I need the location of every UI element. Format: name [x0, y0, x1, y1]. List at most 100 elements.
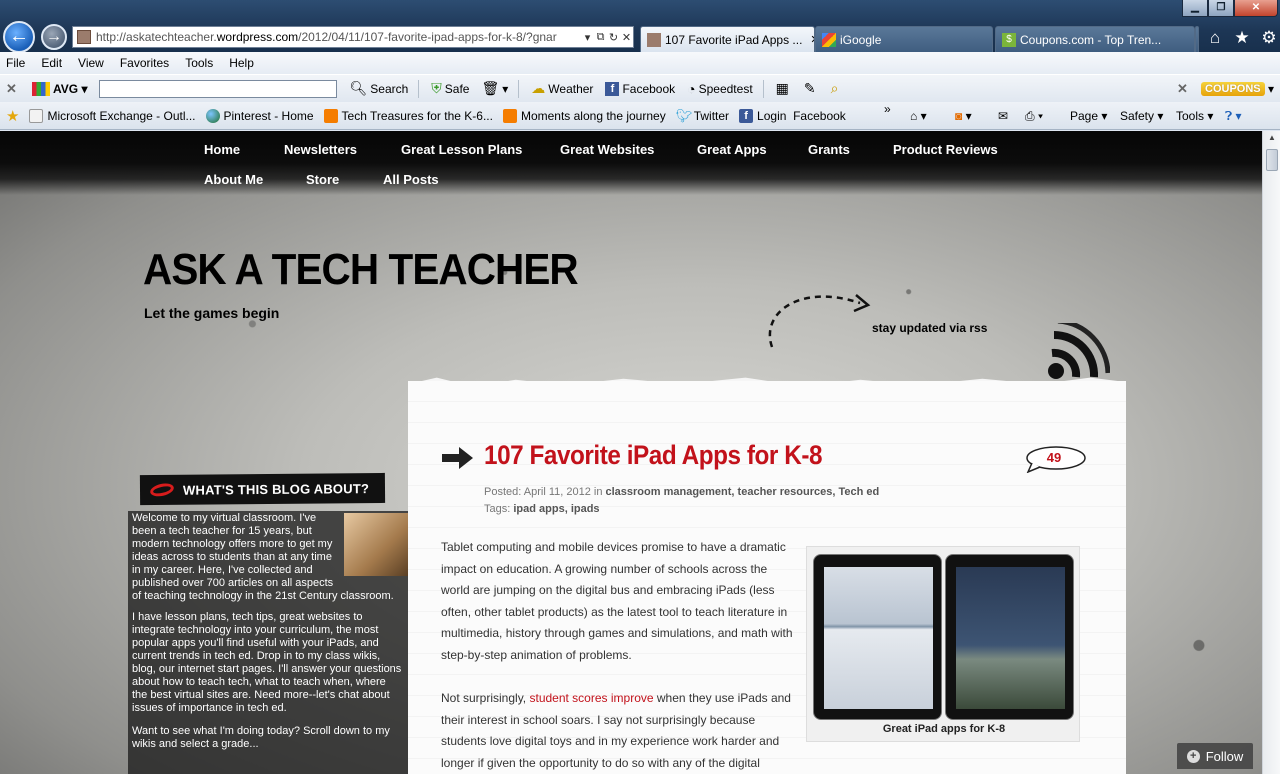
safe-button[interactable]: ⛨ Safe — [431, 80, 469, 97]
print-button[interactable]: ⎙ ▾ — [1025, 109, 1043, 124]
favorite-label: Moments along the journey — [520, 108, 666, 123]
rss-icon[interactable] — [1044, 323, 1110, 383]
post-paragraph-2: Not surprisingly, student scores improve… — [441, 688, 797, 774]
text-line: Want to see what I'm doing today? Scroll… — [132, 725, 390, 737]
favorite-exchange[interactable]: Microsoft Exchange - Outl... — [29, 108, 196, 123]
menu-help[interactable]: Help — [229, 56, 254, 70]
speedtest-label: Speedtest — [698, 81, 753, 96]
restore-icon[interactable]: ❐ — [1208, 0, 1234, 17]
trash-icon: 🗑︎ — [481, 80, 500, 96]
window-controls: ▁ ❐ ✕ — [1182, 0, 1278, 17]
post-tags[interactable]: ipad apps, ipads — [513, 503, 599, 515]
nav-home[interactable]: Home — [204, 142, 240, 157]
favorite-moments[interactable]: Moments along the journey — [502, 108, 666, 123]
tab-igoogle[interactable]: iGoogle — [815, 26, 993, 52]
menu-view[interactable]: View — [78, 56, 104, 70]
close-toolbar-icon[interactable]: ✕ — [6, 81, 24, 97]
favorite-label: Tech Treasures for the K-6... — [341, 108, 493, 123]
address-url[interactable]: http://askatechteacher.wordpress.com/201… — [96, 30, 581, 44]
text-line: integrate technology into your curriculu… — [132, 624, 379, 636]
speedtest-button[interactable]: ◔ Speedtest — [687, 81, 753, 97]
rss-label[interactable]: stay updated via rss — [872, 321, 987, 335]
shield-icon: ⛨ — [431, 80, 442, 96]
notepad-button[interactable]: ✎ — [804, 80, 819, 97]
text-line: current trends in tech ed. Drop in to my… — [132, 650, 381, 662]
coupons-toolbar[interactable]: ✕ COUPONS ▾ — [1171, 81, 1274, 97]
student-scores-link[interactable]: student scores improve — [529, 691, 653, 705]
post-meta-posted: Posted: April 11, 2012 in classroom mana… — [484, 486, 879, 498]
settings-gear-icon[interactable]: ⚙ — [1260, 28, 1278, 48]
favorites-star-icon[interactable]: ★ — [6, 107, 19, 125]
plus-icon: + — [1186, 749, 1200, 763]
favorite-tech-treasures[interactable]: Tech Treasures for the K-6... — [323, 108, 493, 123]
forward-button[interactable]: → — [41, 24, 67, 50]
address-dropdown-icon[interactable]: ▾ — [581, 31, 594, 44]
nav-great-websites[interactable]: Great Websites — [560, 142, 654, 157]
follow-button[interactable]: + Follow — [1177, 743, 1253, 769]
compatibility-icon[interactable]: ⧉ — [594, 31, 607, 44]
calculator-button[interactable]: ▦ — [776, 80, 792, 97]
menu-edit[interactable]: Edit — [41, 56, 62, 70]
nav-all-posts[interactable]: All Posts — [383, 172, 439, 187]
menu-tools[interactable]: Tools — [185, 56, 213, 70]
nav-store[interactable]: Store — [306, 172, 339, 187]
text-line: the best virtual sites are. Need more--l… — [132, 689, 390, 701]
site-title[interactable]: ASK A TECH TEACHER — [143, 245, 579, 295]
menu-file[interactable]: File — [6, 56, 25, 70]
avg-search-input[interactable] — [99, 79, 338, 98]
tab-ipad-apps[interactable]: 107 Favorite iPad Apps ... ✕ — [640, 26, 815, 52]
home-icon[interactable]: ⌂ — [1206, 28, 1224, 48]
favorite-login-facebook[interactable]: f Login Facebook — [739, 108, 846, 123]
page-scrollbar[interactable]: ▲ — [1262, 131, 1280, 774]
page-menu[interactable]: Page ▾ — [1070, 109, 1107, 123]
safety-menu[interactable]: Safety ▾ — [1120, 109, 1163, 123]
home-dropdown-button[interactable]: ⌂ ▾ — [910, 109, 927, 123]
search-folder-button[interactable]: ⌕ — [831, 80, 842, 97]
ipad-image-appstore[interactable] — [813, 554, 942, 720]
minimize-icon[interactable]: ▁ — [1182, 0, 1208, 17]
refresh-icon[interactable]: ↻ — [607, 31, 620, 44]
text: Not surprisingly, — [441, 691, 530, 705]
favorite-twitter[interactable]: 🐦︎ Twitter — [676, 108, 729, 123]
facebook-toolbar-button[interactable]: f Facebook — [605, 81, 675, 96]
nav-product-reviews[interactable]: Product Reviews — [893, 142, 998, 157]
tools-menu[interactable]: Tools ▾ — [1176, 109, 1213, 123]
nav-newsletters[interactable]: Newsletters — [284, 142, 357, 157]
favorites-overflow-icon[interactable]: » — [884, 102, 891, 116]
new-tab-button[interactable] — [1195, 26, 1199, 52]
trash-button[interactable]: 🗑︎ ▾ — [481, 80, 508, 97]
weather-button[interactable]: ☁ Weather — [531, 80, 593, 97]
menu-favorites[interactable]: Favorites — [120, 56, 169, 70]
help-button[interactable]: ❓︎ ▾ — [1225, 109, 1242, 124]
nav-about-me[interactable]: About Me — [204, 172, 263, 187]
ipad-image-homescreen[interactable] — [945, 554, 1074, 720]
safe-label: Safe — [444, 81, 470, 96]
close-window-icon[interactable]: ✕ — [1234, 0, 1278, 17]
post-title[interactable]: 107 Favorite iPad Apps for K-8 — [484, 440, 822, 471]
post-categories[interactable]: classroom management, teacher resources,… — [606, 486, 880, 498]
scroll-thumb[interactable] — [1266, 149, 1278, 171]
avg-search-button[interactable]: 🔍︎ Search — [349, 80, 408, 97]
stop-icon[interactable]: ✕ — [620, 31, 633, 44]
feeds-button[interactable]: ◙ ▾ — [955, 109, 972, 123]
back-button[interactable]: ← — [3, 21, 35, 53]
scroll-up-icon[interactable]: ▲ — [1265, 133, 1279, 147]
favorite-pinterest[interactable]: Pinterest - Home — [205, 108, 314, 123]
favorites-star-icon[interactable]: ★ — [1233, 28, 1251, 48]
nav-great-apps[interactable]: Great Apps — [697, 142, 767, 157]
comment-count-bubble[interactable]: 49 — [1026, 445, 1086, 474]
sidebar-paragraph-2: I have lesson plans, tech tips, great we… — [132, 611, 401, 715]
tab-coupons[interactable]: $ Coupons.com - Top Tren... — [995, 26, 1195, 52]
mail-button[interactable]: ✉ — [998, 109, 1008, 123]
coupons-logo: COUPONS — [1201, 81, 1265, 96]
favorite-label: Login — [757, 108, 787, 123]
avg-toolbar: ✕ AVG ▾ 🔍︎ Search ⛨ Safe 🗑︎ ▾ ☁ Weather f Fac… — [0, 74, 1280, 102]
nav-great-lesson-plans[interactable]: Great Lesson Plans — [401, 142, 522, 157]
address-bar[interactable]: http://askatechteacher.wordpress.com/201… — [72, 26, 634, 48]
nav-grants[interactable]: Grants — [808, 142, 850, 157]
sidebar-header-label: WHAT'S THIS BLOG ABOUT? — [182, 480, 370, 498]
close-coupons-icon[interactable]: ✕ — [1177, 81, 1195, 97]
menu-bar: File Edit View Favorites Tools Help — [0, 52, 1280, 74]
avg-logo[interactable]: AVG ▾ — [32, 81, 87, 96]
close-tab-icon[interactable]: ✕ — [802, 33, 814, 46]
